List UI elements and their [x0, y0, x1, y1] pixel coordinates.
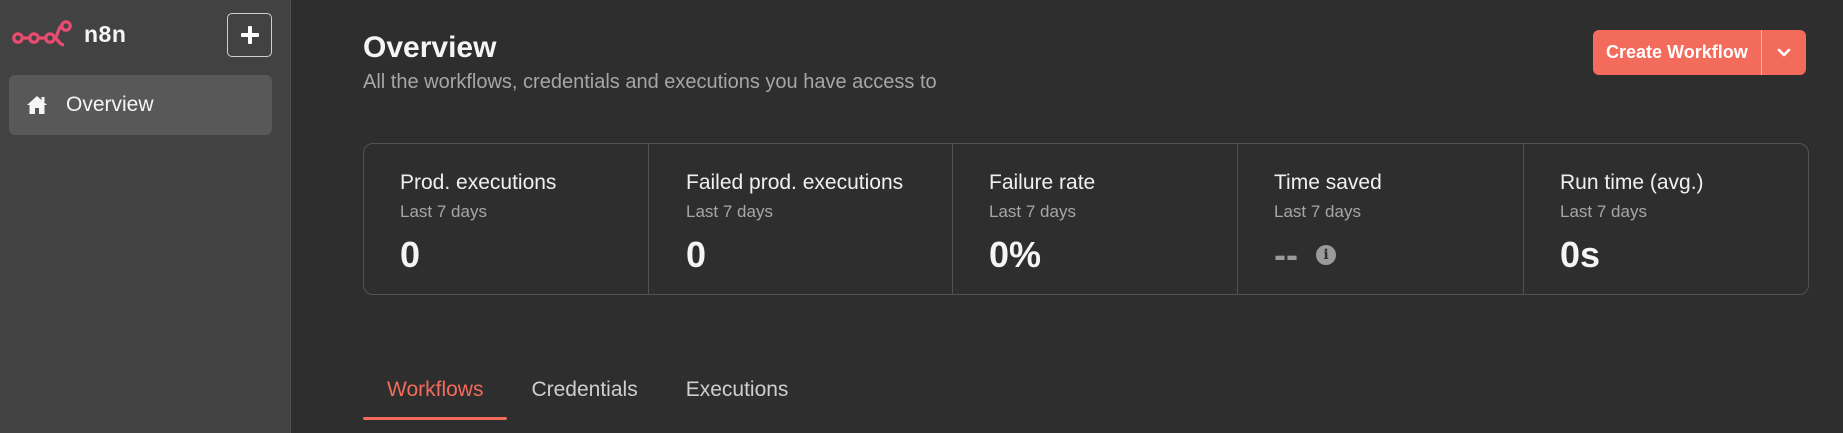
info-icon[interactable]: i: [1315, 245, 1336, 265]
stat-value: --: [1274, 234, 1298, 275]
create-workflow-group: Create Workflow: [1593, 30, 1806, 75]
stat-failure-rate[interactable]: Failure rate Last 7 days 0%: [953, 144, 1238, 294]
create-workflow-dropdown-button[interactable]: [1762, 30, 1806, 75]
stat-period: Last 7 days: [686, 202, 773, 221]
add-button[interactable]: [227, 13, 272, 57]
stat-title: Run time (avg.): [1560, 171, 1704, 194]
chevron-down-icon: [1777, 48, 1791, 56]
stat-value: 0%: [989, 234, 1042, 275]
stat-period: Last 7 days: [1560, 202, 1647, 221]
sidebar-item-label: Overview: [66, 93, 154, 116]
app-window: n8n Overview Overview All the workflows,…: [0, 0, 1843, 433]
tab-workflows[interactable]: Workflows: [363, 372, 508, 420]
stat-prod-executions[interactable]: Prod. executions Last 7 days 0: [364, 144, 649, 294]
stat-value-row: -- i: [1274, 234, 1523, 276]
stat-value: 0s: [1560, 234, 1601, 275]
stat-period: Last 7 days: [1274, 202, 1361, 221]
tabs: Workflows Credentials Executions: [363, 372, 812, 420]
brand-name: n8n: [84, 20, 127, 47]
logo[interactable]: n8n: [12, 18, 126, 50]
stat-run-time[interactable]: Run time (avg.) Last 7 days 0s: [1524, 144, 1808, 294]
stat-failed-prod-executions[interactable]: Failed prod. executions Last 7 days 0: [649, 144, 953, 294]
create-workflow-button[interactable]: Create Workflow: [1593, 30, 1762, 75]
main-content: Overview All the workflows, credentials …: [291, 0, 1843, 433]
stat-value: 0: [400, 234, 421, 275]
sidebar-item-overview[interactable]: Overview: [9, 75, 272, 135]
stat-time-saved[interactable]: Time saved Last 7 days -- i: [1238, 144, 1524, 294]
tab-executions[interactable]: Executions: [662, 372, 813, 420]
stat-value: 0: [686, 234, 707, 275]
stat-period: Last 7 days: [400, 202, 487, 221]
stat-title: Failure rate: [989, 171, 1096, 194]
plus-icon: [240, 26, 259, 44]
tab-credentials[interactable]: Credentials: [507, 372, 661, 420]
stat-title: Failed prod. executions: [686, 171, 904, 194]
n8n-logo-icon: [12, 20, 72, 47]
stat-title: Prod. executions: [400, 171, 557, 194]
page-subtitle: All the workflows, credentials and execu…: [363, 71, 937, 93]
page-title: Overview: [363, 31, 497, 64]
stats-panel: Prod. executions Last 7 days 0 Failed pr…: [363, 143, 1809, 295]
sidebar: n8n Overview: [0, 0, 291, 433]
stat-title: Time saved: [1274, 171, 1382, 194]
stat-period: Last 7 days: [989, 202, 1076, 221]
home-icon: [27, 96, 47, 114]
